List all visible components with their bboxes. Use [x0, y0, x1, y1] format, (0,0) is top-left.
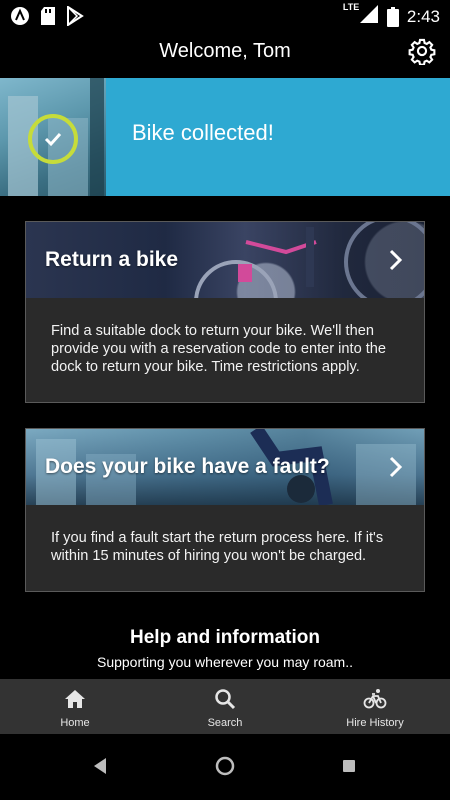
status-banner: Bike collected! [0, 78, 450, 196]
network-type: LTE [342, 2, 360, 12]
nav-hire-history[interactable]: Hire History [300, 679, 450, 734]
page-title: Welcome, Tom [159, 40, 291, 62]
signal-icon [359, 5, 378, 23]
search-icon [215, 689, 236, 710]
home-icon [65, 690, 85, 708]
card-body: If you find a fault start the return pro… [51, 530, 384, 564]
assistant-icon [11, 7, 29, 25]
nav-search[interactable]: Search [150, 679, 300, 734]
card-title: Does your bike have a fault? [45, 455, 330, 478]
recents-icon[interactable] [335, 752, 363, 780]
status-right-icons: LTE 2:43 [343, 2, 440, 29]
help-subtitle: Supporting you wherever you may roam.. [96, 654, 353, 670]
status-left-icons [10, 6, 84, 26]
chevron-right-icon [389, 249, 403, 271]
bike-icon [363, 689, 387, 709]
home-circle-icon[interactable] [211, 752, 239, 780]
app-header: Welcome, Tom [0, 32, 450, 78]
bike-photo-decoration [194, 222, 424, 298]
nav-label: Search [207, 717, 243, 729]
status-bar: LTE 2:43 [0, 0, 450, 32]
nav-home[interactable]: Home [0, 679, 150, 734]
bike-fault-card[interactable]: Does your bike have a fault? If you find… [25, 428, 425, 592]
card-title: Return a bike [45, 248, 179, 271]
return-bike-card[interactable]: Return a bike Find a suitable dock to re… [25, 221, 425, 403]
gear-icon[interactable] [408, 37, 436, 65]
help-title: Help and information [130, 627, 320, 648]
chevron-right-icon [389, 456, 403, 478]
clock: 2:43 [406, 6, 440, 26]
back-icon[interactable] [86, 752, 114, 780]
card-header: Return a bike [26, 222, 424, 298]
nav-label: Home [60, 717, 90, 729]
nav-label: Hire History [346, 717, 404, 729]
card-body: Find a suitable dock to return your bike… [51, 323, 387, 375]
signal-wrap: LTE [343, 2, 379, 29]
checkmark-icon [44, 132, 62, 147]
battery-icon [386, 6, 399, 27]
bottom-navigation: Home Search Hire History [0, 679, 450, 734]
card-header: Does your bike have a fault? [26, 429, 424, 505]
play-store-icon [67, 6, 84, 26]
sd-card-icon [41, 7, 55, 25]
check-circle-icon [28, 114, 78, 164]
system-navigation-bar [0, 734, 450, 800]
banner-photo [0, 78, 106, 196]
banner-message: Bike collected! [132, 120, 274, 145]
